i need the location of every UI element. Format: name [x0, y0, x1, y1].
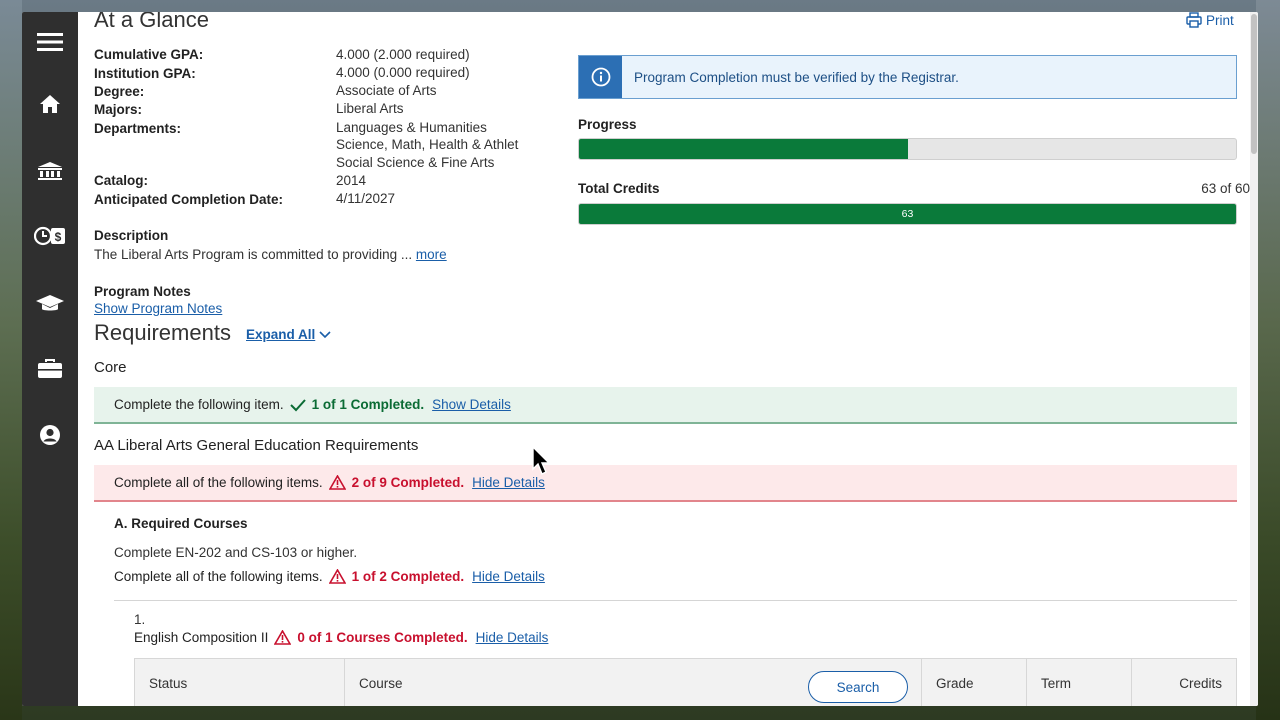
column-divider [1131, 659, 1132, 706]
registrar-alert: Program Completion must be verified by t… [578, 55, 1237, 99]
column-course[interactable]: Course [359, 659, 403, 706]
progress-label: Progress [578, 117, 637, 132]
warning-icon [328, 569, 346, 584]
catalog-value: 2014 [336, 173, 367, 188]
catalog-label: Catalog: [94, 173, 148, 188]
cumulative-gpa-label: Cumulative GPA: [94, 47, 204, 62]
description-heading: Description [94, 228, 169, 243]
cumulative-gpa-value: 4.000 (2.000 required) [336, 47, 470, 62]
section-a-title: A. Required Courses [114, 516, 248, 531]
column-term[interactable]: Term [1041, 659, 1071, 706]
column-divider [344, 659, 345, 706]
background-right [1256, 0, 1280, 720]
majors-value: Liberal Arts [336, 101, 404, 116]
core-prefix: Complete the following item. [114, 397, 284, 412]
chevron-down-icon [319, 330, 331, 338]
section-a-status-row: Complete all of the following items. 1 o… [114, 569, 545, 584]
degree-value: Associate of Arts [336, 83, 437, 98]
sidebar-nav: $ [22, 12, 78, 706]
item-1-number: 1. [134, 612, 146, 627]
degree-label: Degree: [94, 84, 145, 99]
courses-table-header: Status Course Search Grade Term Credits [134, 658, 1237, 706]
department-value-1: Languages & Humanities [336, 120, 487, 135]
description-more-link[interactable]: more [416, 247, 447, 262]
mouse-cursor-icon [532, 446, 551, 475]
ge-prefix: Complete all of the following items. [114, 475, 323, 490]
main-content: At a Glance Print Cumulative GPA: 4.000 … [78, 12, 1250, 706]
total-credits-label: Total Credits [578, 181, 660, 196]
ge-status-band: Complete all of the following items. 2 o… [94, 465, 1237, 502]
item-1-name: English Composition II [134, 630, 269, 645]
completion-date-label: Anticipated Completion Date: [94, 192, 284, 207]
core-status: 1 of 1 Completed. [311, 397, 425, 412]
item-1-status-row: English Composition II 0 of 1 Courses Co… [134, 630, 548, 645]
core-show-details-link[interactable]: Show Details [432, 397, 511, 412]
section-a-note: Complete EN-202 and CS-103 or higher. [114, 545, 358, 560]
requirements-heading: Requirements [94, 320, 231, 345]
description-body: The Liberal Arts Program is committed to… [94, 247, 413, 262]
print-label: Print [1206, 12, 1234, 28]
alert-message: Program Completion must be verified by t… [634, 69, 959, 85]
menu-icon[interactable] [22, 22, 78, 62]
app-window: $ At a Glance Print Cumulative GPA: 4.00… [22, 12, 1258, 706]
total-credits-summary: 63 of 60 [1201, 181, 1250, 196]
department-value-3: Social Science & Fine Arts [336, 155, 495, 170]
vertical-scrollbar[interactable] [1250, 12, 1258, 706]
section-divider [114, 600, 1237, 601]
item-1-status: 0 of 1 Courses Completed. [297, 630, 468, 645]
majors-label: Majors: [94, 102, 143, 117]
institution-gpa-value: 4.000 (0.000 required) [336, 65, 470, 80]
section-a-status: 1 of 2 Completed. [351, 569, 465, 584]
ge-title: AA Liberal Arts General Education Requir… [94, 437, 419, 454]
department-value-2: Science, Math, Health & Athlet [336, 137, 519, 152]
svg-text:$: $ [55, 230, 62, 244]
expand-all-label: Expand All [246, 327, 316, 342]
graduation-cap-icon[interactable] [22, 283, 78, 323]
progress-bar-fill [579, 139, 908, 159]
item-1-hide-details-link[interactable]: Hide Details [476, 630, 549, 645]
departments-label: Departments: [94, 121, 182, 136]
core-title: Core [94, 359, 127, 376]
core-status-band: Complete the following item. 1 of 1 Comp… [94, 387, 1237, 424]
home-icon[interactable] [22, 84, 78, 124]
section-a-prefix: Complete all of the following items. [114, 569, 323, 584]
column-credits[interactable]: Credits [1179, 659, 1222, 706]
background-left [0, 0, 22, 720]
description-text: The Liberal Arts Program is committed to… [94, 246, 447, 264]
printer-icon [1186, 12, 1202, 28]
column-grade[interactable]: Grade [936, 659, 974, 706]
column-divider [921, 659, 922, 706]
show-program-notes-link[interactable]: Show Program Notes [94, 301, 222, 316]
institution-gpa-label: Institution GPA: [94, 66, 196, 81]
finance-icon[interactable]: $ [22, 216, 78, 256]
program-notes-heading: Program Notes [94, 284, 191, 299]
credits-bar-value: 63 [901, 208, 914, 220]
search-button[interactable]: Search [808, 671, 908, 703]
briefcase-icon[interactable] [22, 349, 78, 389]
checkmark-icon [289, 398, 306, 411]
expand-all-button[interactable]: Expand All [246, 327, 331, 342]
column-divider [1026, 659, 1027, 706]
info-icon [579, 56, 622, 98]
institution-icon[interactable] [22, 151, 78, 191]
progress-bar [578, 138, 1237, 160]
completion-date-value: 4/11/2027 [336, 191, 396, 206]
warning-icon [328, 475, 346, 490]
page-title: At a Glance [94, 12, 209, 32]
ge-hide-details-link[interactable]: Hide Details [472, 475, 545, 490]
user-profile-icon[interactable] [22, 415, 78, 455]
ge-status: 2 of 9 Completed. [351, 475, 465, 490]
column-status[interactable]: Status [149, 659, 187, 706]
warning-icon [274, 630, 292, 645]
section-a-hide-details-link[interactable]: Hide Details [472, 569, 545, 584]
print-button[interactable]: Print [1186, 12, 1234, 28]
credits-bar: 63 [578, 203, 1237, 225]
scrollbar-thumb[interactable] [1251, 14, 1257, 154]
